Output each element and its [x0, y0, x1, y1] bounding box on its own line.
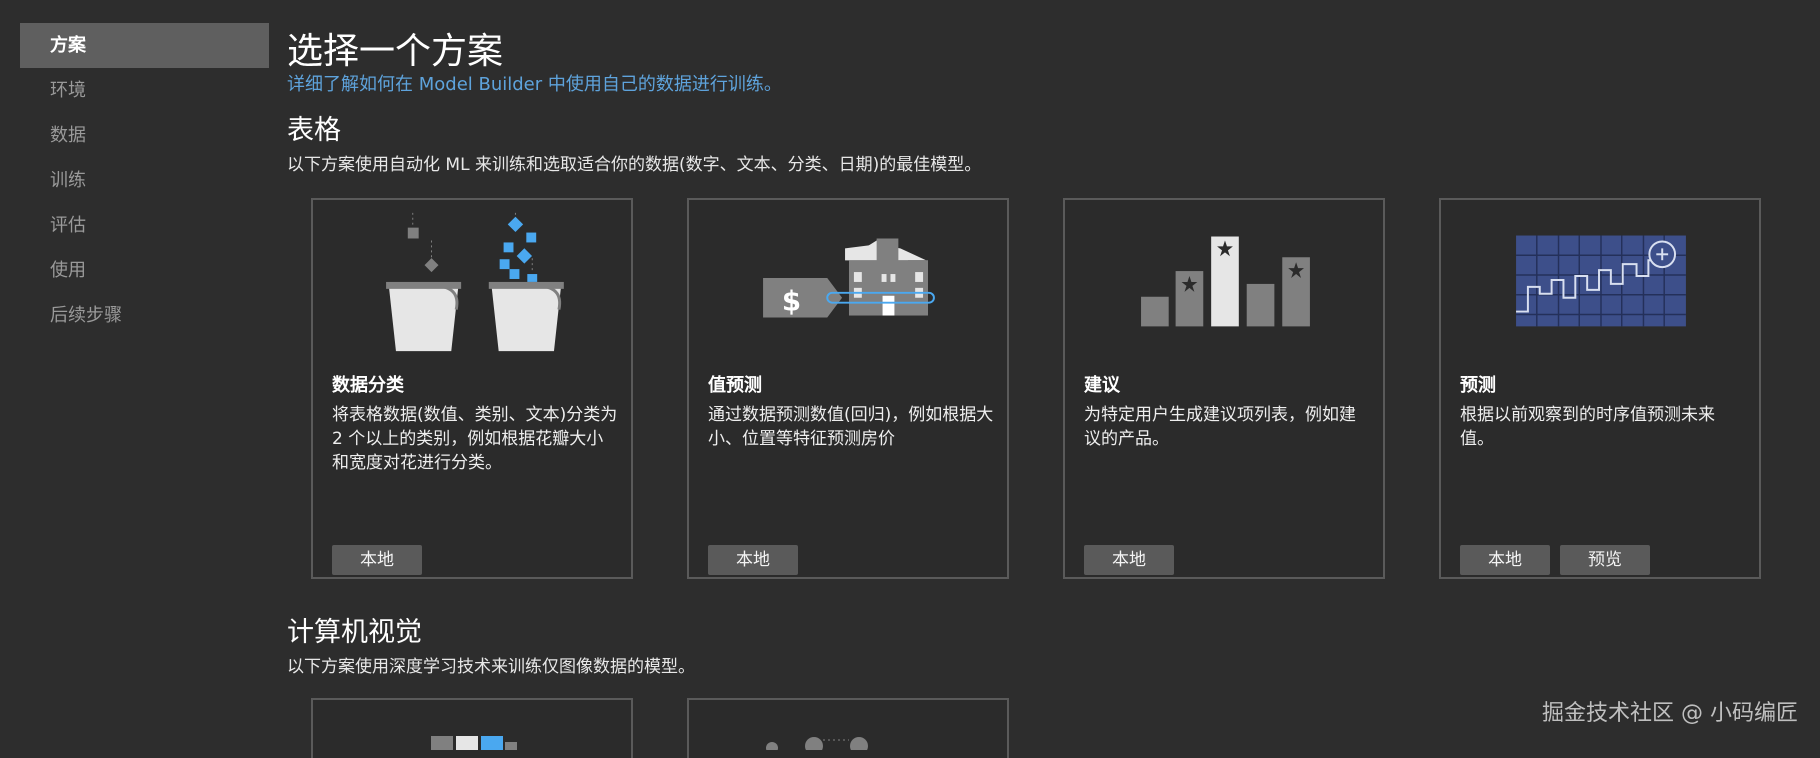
card-title: 预测 — [1460, 375, 1496, 396]
card-value-prediction[interactable]: $ 值预测 通过数据预测数值(回归)，例如根据大小、位置等特征预测房价 本地 — [687, 198, 1009, 579]
nav-item-train[interactable]: 训练 — [20, 158, 269, 203]
section-desc-tabular: 以下方案使用自动化 ML 来训练和选取适合你的数据(数字、文本、分类、日期)的最… — [287, 155, 982, 175]
card-image-classification[interactable] — [311, 698, 633, 758]
tag-local[interactable]: 本地 — [708, 545, 798, 575]
buckets-illustration-icon — [386, 212, 564, 352]
main-content: 选择一个方案 详细了解如何在 Model Builder 中使用自己的数据进行训… — [287, 0, 1820, 758]
tag-local[interactable]: 本地 — [1460, 545, 1550, 575]
page-title: 选择一个方案 — [287, 31, 504, 72]
section-desc-computer-vision: 以下方案使用深度学习技术来训练仅图像数据的模型。 — [287, 657, 695, 677]
image-tiles-illustration-icon — [431, 736, 517, 750]
card-description: 将表格数据(数值、类别、文本)分类为 2 个以上的类别，例如根据花瓣大小和宽度对… — [332, 405, 618, 473]
card-description: 为特定用户生成建议项列表，例如建议的产品。 — [1084, 405, 1356, 449]
card-tags: 本地 — [1084, 545, 1174, 575]
tag-preview[interactable]: 预览 — [1560, 545, 1650, 575]
recommendation-bars-illustration-icon — [1141, 236, 1310, 327]
card-title: 建议 — [1084, 375, 1120, 396]
card-forecasting[interactable]: 预测 根据以前观察到的时序值预测未来值。 本地 预览 — [1439, 198, 1761, 579]
watermark: 掘金技术社区 @ 小码编匠 — [1542, 701, 1798, 726]
card-description: 根据以前观察到的时序值预测未来值。 — [1460, 405, 1715, 449]
sidebar: 方案 环境 数据 训练 评估 使用 后续步骤 — [20, 23, 269, 338]
house-price-illustration-icon: $ — [763, 238, 935, 318]
nav-item-next-steps[interactable]: 后续步骤 — [20, 293, 269, 338]
tag-local[interactable]: 本地 — [332, 545, 422, 575]
card-title: 数据分类 — [332, 375, 404, 396]
nav-item-environment[interactable]: 环境 — [20, 68, 269, 113]
tag-local[interactable]: 本地 — [1084, 545, 1174, 575]
nav-item-data[interactable]: 数据 — [20, 113, 269, 158]
learn-more-link[interactable]: 详细了解如何在 Model Builder 中使用自己的数据进行训练。 — [287, 70, 782, 96]
nav-item-consume[interactable]: 使用 — [20, 248, 269, 293]
card-tags: 本地 预览 — [1460, 545, 1650, 575]
cloud-illustration-icon — [766, 737, 868, 755]
card-title: 值预测 — [708, 375, 762, 396]
card-tags: 本地 — [708, 545, 798, 575]
nav-item-evaluate[interactable]: 评估 — [20, 203, 269, 248]
svg-text:$: $ — [782, 285, 801, 318]
nav-item-scenario[interactable]: 方案 — [20, 23, 269, 68]
card-description: 通过数据预测数值(回归)，例如根据大小、位置等特征预测房价 — [708, 405, 994, 449]
forecast-chart-illustration-icon — [1516, 235, 1686, 327]
card-data-classification[interactable]: 数据分类 将表格数据(数值、类别、文本)分类为 2 个以上的类别，例如根据花瓣大… — [311, 198, 633, 579]
card-recommendation[interactable]: 建议 为特定用户生成建议项列表，例如建议的产品。 本地 — [1063, 198, 1385, 579]
card-object-detection[interactable] — [687, 698, 1009, 758]
card-tags: 本地 — [332, 545, 422, 575]
section-title-computer-vision: 计算机视觉 — [287, 617, 422, 648]
section-title-tabular: 表格 — [287, 115, 341, 146]
